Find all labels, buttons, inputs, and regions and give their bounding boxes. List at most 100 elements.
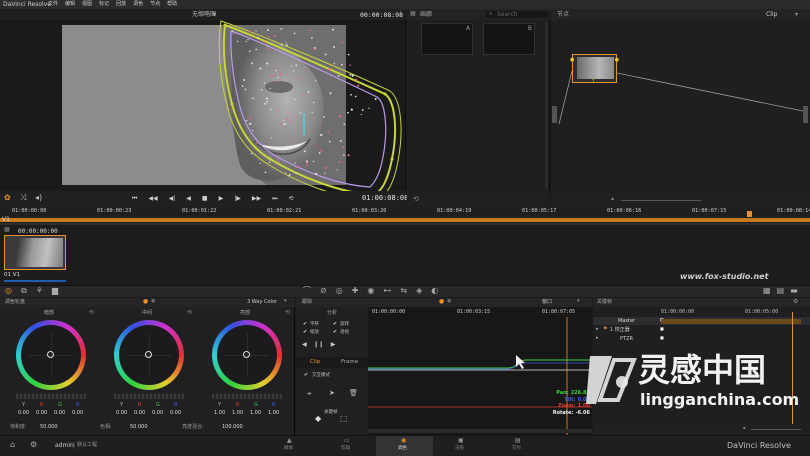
footer-value[interactable]: 50.000	[130, 425, 148, 430]
curves-icon[interactable]: ⌒	[303, 287, 311, 295]
blur-icon[interactable]: ◉	[367, 287, 374, 295]
tracker-icon[interactable]: ✿	[4, 194, 11, 202]
gallery-still-a[interactable]: A	[421, 23, 473, 55]
channel-value[interactable]: 0.00	[36, 411, 47, 416]
gallery-scrollbar[interactable]	[545, 21, 548, 189]
nodes-mode-dropdown[interactable]: Clip	[766, 12, 777, 18]
channel-value[interactable]: 1.00	[268, 411, 279, 416]
gallery-still-b[interactable]: B	[483, 23, 535, 55]
window-dropdown[interactable]: 窗口	[542, 300, 552, 305]
expand-icon[interactable]: ▸	[596, 336, 599, 341]
zoom-slider[interactable]	[621, 200, 701, 201]
checkbox-checked-icon[interactable]: ✔	[303, 330, 307, 335]
skip-start-icon[interactable]: ⏮	[132, 196, 137, 202]
reverse-icon[interactable]: ◀	[186, 196, 191, 202]
reset-icon[interactable]: ⟲	[89, 310, 94, 316]
menu-item[interactable]: 回放	[116, 1, 126, 7]
tab-clip[interactable]: Clip	[310, 359, 320, 366]
refresh-icon[interactable]: ⟲	[413, 196, 419, 203]
shuffle-icon[interactable]: ⤨	[20, 194, 26, 202]
channel-value[interactable]: 1.00	[232, 411, 243, 416]
page-tab[interactable]: ▤ 交付	[490, 436, 547, 456]
checkbox-checked-icon[interactable]: ✔	[304, 373, 308, 378]
delete-icon[interactable]: 🗑	[349, 390, 358, 397]
home-icon[interactable]: ⌂	[10, 441, 15, 449]
rgb-mixer-icon[interactable]: ⧉	[21, 287, 27, 295]
diamond-icon[interactable]: ◆	[315, 415, 321, 423]
tab-frame[interactable]: Frame	[341, 359, 358, 366]
checkbox-checked-icon[interactable]: ✔	[333, 322, 337, 327]
3d-icon[interactable]: ◈	[416, 287, 422, 295]
play-icon[interactable]: ▶	[219, 196, 224, 202]
node-01[interactable]: ● ● 1	[570, 54, 619, 85]
stop-icon[interactable]: ■	[202, 196, 208, 202]
channel-value[interactable]: 1.00	[250, 411, 261, 416]
step-back-icon[interactable]: ◀◀	[148, 196, 157, 202]
menu-item[interactable]: 节点	[150, 1, 160, 7]
color-wheel[interactable]	[16, 320, 86, 390]
page-tab[interactable]: ▭ 剪辑	[319, 436, 376, 456]
search-input[interactable]: Search	[497, 12, 518, 18]
menu-item[interactable]: 文件	[48, 1, 58, 7]
kf-zoom-slider[interactable]	[751, 429, 801, 430]
color-icon[interactable]: ◎	[5, 287, 12, 295]
master-wheel-slider[interactable]	[212, 394, 282, 399]
color-wheel[interactable]	[212, 320, 282, 390]
channel-value[interactable]: 0.00	[72, 411, 83, 416]
pointer-icon[interactable]: ➤	[329, 390, 335, 397]
page-tab[interactable]: ◉ 调色	[376, 436, 433, 456]
tracker-graph[interactable]: 01:00:00:00 01:00:03:15 01:00:07:05 Pan: 22…	[368, 307, 592, 435]
menu-item[interactable]: 视图	[82, 1, 92, 7]
checkbox-checked-icon[interactable]: ✔	[303, 322, 307, 327]
timeline-clip[interactable]	[4, 235, 66, 270]
channel-value[interactable]: 0.00	[170, 411, 181, 416]
loop-icon[interactable]: ⟲	[288, 196, 293, 202]
channel-value[interactable]: 0.00	[116, 411, 127, 416]
footer-value[interactable]: 100.000	[222, 425, 243, 430]
graph-scrollbar[interactable]	[368, 429, 592, 433]
crosshair-icon[interactable]: ⌖	[307, 390, 312, 398]
timeline-scrub[interactable]	[0, 223, 810, 225]
master-wheel-slider[interactable]	[114, 394, 184, 399]
channel-value[interactable]: 1.00	[214, 411, 225, 416]
window-shape-icon[interactable]: ⬚	[340, 415, 348, 423]
list-view-icon[interactable]: ▤	[777, 287, 785, 295]
page-tab[interactable]: ▣ 渲染	[433, 436, 490, 456]
frame-fwd-icon[interactable]: |▶	[234, 196, 241, 202]
settings-icon[interactable]: ⚙	[793, 299, 798, 305]
grid-icon[interactable]: ▦	[410, 11, 416, 17]
track-fwd-icon[interactable]: ▶	[331, 342, 336, 348]
master-wheel-slider[interactable]	[16, 394, 86, 399]
wheel-puck[interactable]	[243, 351, 250, 358]
stereo-icon[interactable]: ◐	[431, 287, 438, 295]
channel-value[interactable]: 0.00	[134, 411, 145, 416]
kf-row-ptzr[interactable]: ▸ PTZR ■	[593, 335, 810, 343]
playhead[interactable]	[747, 211, 752, 217]
channel-value[interactable]: 0.00	[152, 411, 163, 416]
menu-item[interactable]: 编辑	[65, 1, 75, 7]
wheels-mode-dropdown[interactable]: 3 Way Color	[247, 300, 277, 305]
footer-value[interactable]: 50.000	[40, 425, 58, 430]
gallery-search[interactable]: ⌕ Search	[486, 11, 548, 18]
checkbox-checked-icon[interactable]: ✔	[333, 330, 337, 335]
qualifier-icon[interactable]: ⊘	[320, 287, 327, 295]
timeline-track-bar[interactable]	[0, 218, 810, 222]
camera-icon[interactable]: ▆	[52, 287, 58, 295]
scope-icon[interactable]: ▬	[790, 287, 798, 295]
gear-icon[interactable]: ⚙	[30, 441, 37, 449]
volume-icon[interactable]: ◂)	[35, 194, 42, 202]
track-pause-icon[interactable]: ❙❙	[314, 342, 324, 348]
key-icon[interactable]: ⊷	[383, 287, 391, 295]
expand-icon[interactable]: ▸	[596, 327, 599, 332]
wheel-puck[interactable]	[47, 351, 54, 358]
zoom-handle-icon[interactable]: ▴	[743, 426, 746, 431]
menu-item[interactable]: 标记	[99, 1, 109, 7]
grid-icon[interactable]: ▦	[4, 227, 10, 233]
menu-item[interactable]: 帮助	[167, 1, 177, 7]
menu-item[interactable]: 调色	[133, 1, 143, 7]
kf-row-corrector[interactable]: ▸ ⚑ 1 校正器 ■	[593, 326, 810, 334]
page-tab[interactable]: ▲ 媒体	[262, 436, 319, 456]
reset-icon[interactable]: ⟲	[285, 310, 290, 316]
reset-icon[interactable]: ⟲	[187, 310, 192, 316]
channel-value[interactable]: 0.00	[54, 411, 65, 416]
